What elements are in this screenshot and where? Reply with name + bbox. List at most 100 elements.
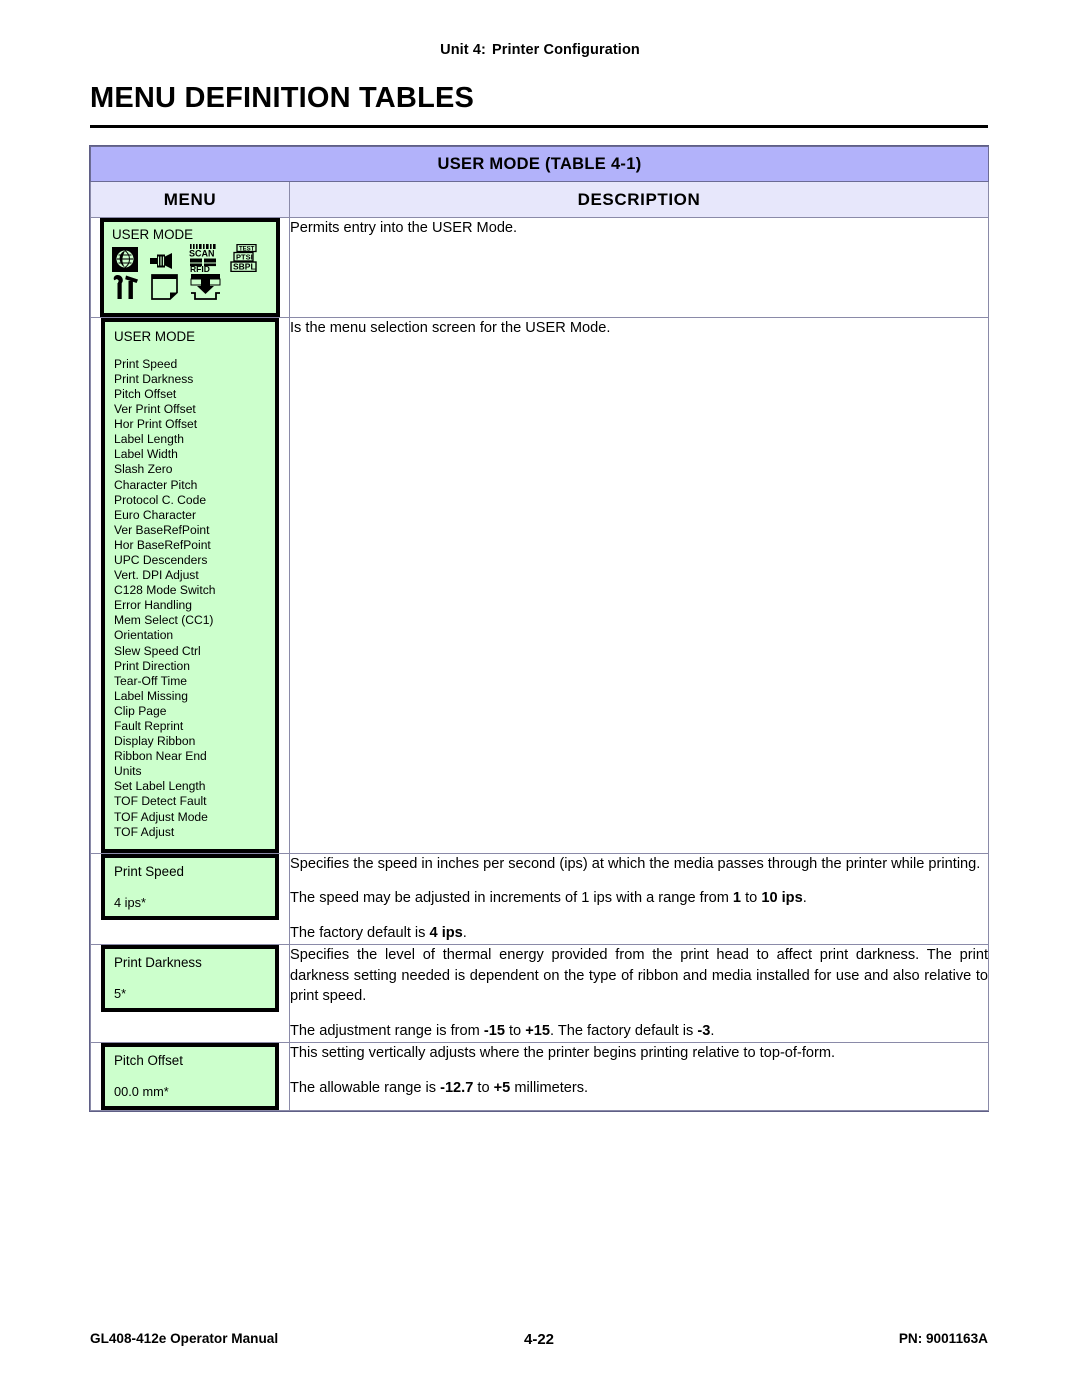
svg-text:SCAN: SCAN bbox=[189, 248, 215, 258]
lcd-menu-item: Set Label Length bbox=[114, 779, 206, 794]
lcd-menu-item: C128 Mode Switch bbox=[114, 583, 216, 598]
lcd-menu-item: Slew Speed Ctrl bbox=[114, 643, 201, 658]
lcd-menu-item: Label Width bbox=[114, 447, 178, 462]
lcd-menu-item: Vert. DPI Adjust bbox=[114, 568, 199, 583]
lcd-title: USER MODE bbox=[112, 227, 194, 242]
lcd-menu-item: TOF Adjust bbox=[114, 824, 175, 839]
table-row: Print Speed 4 ips* Specifies the speed i… bbox=[90, 852, 990, 945]
lcd-menu-item: Print Direction bbox=[114, 658, 190, 673]
lcd-value: 00.0 mm* bbox=[114, 1083, 169, 1099]
svg-text:PTSI: PTSI bbox=[236, 252, 253, 261]
column-header-menu: MENU bbox=[90, 181, 290, 218]
lcd-value: 4 ips* bbox=[114, 894, 147, 910]
lcd-menu-item: Display Ribbon bbox=[114, 734, 196, 749]
lcd-menu-item-list: Print Speed Print Darkness Pitch Offset Ver… bbox=[114, 357, 267, 840]
lcd-menu-item: Label Missing bbox=[114, 688, 188, 703]
lcd-menu-item: Ribbon Near End bbox=[114, 749, 207, 764]
table-caption: USER MODE (TABLE 4-1) bbox=[89, 146, 990, 182]
description-paragraph: The adjustment range is from -15 to +15.… bbox=[290, 1023, 715, 1040]
description-paragraph: Permits entry into the USER Mode. bbox=[290, 220, 518, 236]
lcd-menu-item: Tear-Off Time bbox=[114, 673, 188, 688]
lcd-menu-item: Error Handling bbox=[114, 598, 192, 613]
title-rule bbox=[90, 125, 988, 128]
lcd-title: Print Speed bbox=[114, 863, 184, 879]
table-caption-row: USER MODE (TABLE 4-1) bbox=[89, 146, 990, 182]
lcd-screen: USER MODE SCAN RFID TEST PTSI SBPL bbox=[103, 221, 277, 314]
description-paragraph: This setting vertically adjusts where th… bbox=[290, 1044, 836, 1061]
svg-text:RFID: RFID bbox=[190, 264, 210, 272]
lcd-menu-item: Euro Character bbox=[114, 507, 197, 522]
description-paragraph: The allowable range is -12.7 to +5 milli… bbox=[290, 1079, 589, 1096]
table-row: USER MODE SCAN RFID TEST PTSI SBPL Permi… bbox=[90, 217, 990, 318]
table-row: Print Darkness 5* Specifies the level of… bbox=[90, 943, 990, 1043]
lcd-panel-user-mode-icons: USER MODE SCAN RFID TEST PTSI SBPL bbox=[100, 218, 280, 317]
lcd-icon-grid: SCAN RFID TEST PTSI SBPL bbox=[112, 243, 269, 305]
description-paragraph: Is the menu selection screen for the USE… bbox=[290, 319, 611, 336]
user-mode-table-container: USER MODE (TABLE 4-1) MENU DESCRIPTION U… bbox=[89, 145, 990, 1112]
table-header-row: MENU DESCRIPTION bbox=[90, 181, 990, 218]
scan-rfid-icon: SCAN RFID bbox=[188, 243, 220, 277]
description-cell: Permits entry into the USER Mode. bbox=[288, 217, 990, 318]
lcd-icon-row-top: SCAN RFID TEST PTSI SBPL bbox=[112, 243, 269, 277]
wrench-hammer-tools-icon bbox=[112, 274, 140, 305]
lcd-menu-item: Units bbox=[114, 764, 142, 779]
lcd-menu-item: TOF Adjust Mode bbox=[114, 809, 208, 824]
lcd-value: 5* bbox=[114, 985, 127, 1001]
lcd-menu-item: Ver BaseRefPoint bbox=[114, 522, 210, 537]
running-head: Unit 4: Printer Configuration bbox=[0, 42, 1080, 58]
footer-manual-name: GL408-412e Operator Manual bbox=[90, 1331, 279, 1346]
lcd-menu-item: UPC Descenders bbox=[114, 552, 208, 567]
menu-cell-pitch-offset: Pitch Offset 00.0 mm* bbox=[90, 1041, 290, 1111]
lcd-menu-item: Character Pitch bbox=[114, 477, 198, 492]
page-title: MENU DEFINITION TABLES bbox=[90, 82, 475, 114]
lcd-panel-print-darkness: Print Darkness 5* bbox=[101, 944, 279, 1012]
description-cell: Specifies the level of thermal energy pr… bbox=[288, 943, 990, 1043]
lcd-screen: Print Darkness 5* bbox=[104, 947, 276, 1009]
menu-cell-print-darkness: Print Darkness 5* bbox=[90, 943, 290, 1043]
description-cell: Specifies the speed in inches per second… bbox=[288, 852, 990, 945]
description-paragraph: The factory default is 4 ips. bbox=[290, 925, 467, 942]
description-cell: This setting vertically adjusts where th… bbox=[288, 1041, 990, 1111]
description-paragraph: The speed may be adjusted in increments … bbox=[290, 890, 807, 907]
lcd-menu-item: Mem Select (CC1) bbox=[114, 613, 214, 628]
globe-world-icon bbox=[112, 246, 138, 277]
footer-part-number: PN: 9001163A bbox=[898, 1331, 988, 1346]
lcd-panel-user-mode-list: USER MODE Print Speed Print Darkness Pitch… bbox=[101, 317, 279, 853]
menu-cell-user-mode-icons: USER MODE SCAN RFID TEST PTSI SBPL bbox=[90, 217, 290, 318]
lcd-menu-item: Print Darkness bbox=[114, 371, 194, 386]
table-row: Pitch Offset 00.0 mm* This setting verti… bbox=[90, 1041, 990, 1111]
lcd-menu-item: Clip Page bbox=[114, 703, 167, 718]
lcd-menu-item: Orientation bbox=[114, 628, 174, 643]
lcd-title: Pitch Offset bbox=[114, 1052, 183, 1068]
description-cell: Is the menu selection screen for the USE… bbox=[288, 316, 990, 854]
menu-cell-print-speed: Print Speed 4 ips* bbox=[90, 852, 290, 945]
plug-connector-icon bbox=[148, 250, 178, 277]
lcd-menu-item: Pitch Offset bbox=[114, 386, 177, 401]
svg-text:SBPL: SBPL bbox=[233, 261, 256, 271]
menu-cell-user-mode-list: USER MODE Print Speed Print Darkness Pitch… bbox=[90, 316, 290, 854]
lcd-menu-item: Protocol C. Code bbox=[114, 492, 207, 507]
lcd-icon-row-bottom bbox=[112, 273, 269, 305]
page-document-icon bbox=[150, 273, 180, 305]
lcd-menu-item: TOF Detect Fault bbox=[114, 794, 207, 809]
lcd-menu-item: Hor Print Offset bbox=[114, 417, 198, 432]
table-row: USER MODE Print Speed Print Darkness Pitch… bbox=[90, 316, 990, 854]
download-save-icon bbox=[190, 273, 221, 305]
description-paragraph: Specifies the level of thermal energy pr… bbox=[290, 946, 989, 1005]
lcd-panel-pitch-offset: Pitch Offset 00.0 mm* bbox=[101, 1042, 279, 1110]
lcd-title: Print Darkness bbox=[114, 954, 202, 970]
test-ptsi-sbpl-icon: TEST PTSI SBPL bbox=[230, 243, 263, 277]
running-head-title: Printer Configuration bbox=[491, 42, 640, 58]
column-header-description: DESCRIPTION bbox=[288, 181, 990, 218]
lcd-menu-item: Fault Reprint bbox=[114, 719, 184, 733]
lcd-menu-item: Hor BaseRefPoint bbox=[114, 537, 211, 552]
lcd-title: USER MODE bbox=[114, 328, 196, 344]
lcd-menu-item: Print Speed bbox=[114, 356, 178, 371]
lcd-screen: Pitch Offset 00.0 mm* bbox=[104, 1045, 276, 1107]
description-paragraph: Specifies the speed in inches per second… bbox=[290, 855, 981, 872]
user-mode-table: USER MODE (TABLE 4-1) MENU DESCRIPTION U… bbox=[89, 146, 990, 1111]
lcd-menu-item: Label Length bbox=[114, 432, 184, 447]
lcd-menu-item: Ver Print Offset bbox=[114, 402, 196, 417]
lcd-menu-item: Slash Zero bbox=[114, 462, 173, 477]
document-page: Unit 4: Printer Configuration MENU DEFINI… bbox=[0, 0, 1080, 1397]
